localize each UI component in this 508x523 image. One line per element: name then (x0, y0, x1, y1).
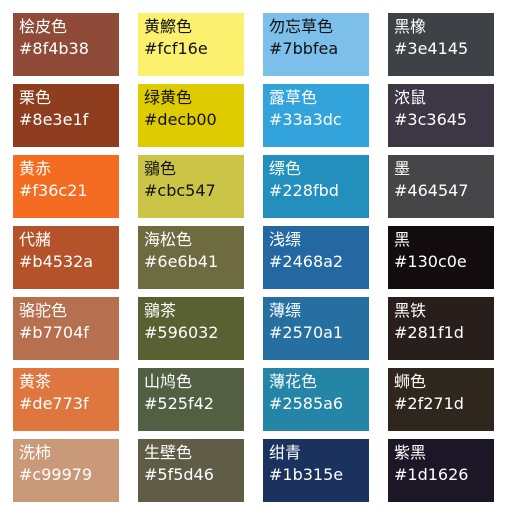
color-hex-code: #1d1626 (394, 465, 469, 484)
color-hex-code: #464547 (394, 181, 469, 200)
color-hex-code: #fcf16e (144, 39, 208, 58)
color-name: 黑橡 (394, 17, 427, 36)
color-hex-code: #b7704f (19, 323, 89, 342)
color-name: 勿忘草色 (269, 17, 334, 36)
color-hex-code: #2468a2 (269, 252, 344, 271)
color-swatch: 黄赤 #f36c21 (13, 155, 119, 218)
color-name: 缥色 (269, 159, 302, 178)
color-name: 薄花色 (269, 372, 318, 391)
color-swatch: 绀青 #1b315e (263, 439, 369, 502)
color-hex-code: #228fbd (269, 181, 339, 200)
color-name: 洗柿 (19, 443, 52, 462)
color-hex-code: #130c0e (394, 252, 467, 271)
color-hex-code: #1b315e (269, 465, 344, 484)
color-name: 黑铁 (394, 301, 427, 320)
color-swatch: 海松色 #6e6b41 (138, 226, 244, 289)
color-hex-code: #2f271d (394, 394, 464, 413)
color-swatch: 黄茶 #de773f (13, 368, 119, 431)
color-name: 黄茶 (19, 372, 52, 391)
color-name: 鶸色 (144, 159, 177, 178)
color-swatch: 鶸色 #cbc547 (138, 155, 244, 218)
color-hex-code: #b4532a (19, 252, 94, 271)
color-name: 墨 (394, 159, 411, 178)
color-hex-code: #5f5d46 (144, 465, 214, 484)
color-name: 骆驼色 (19, 301, 68, 320)
color-hex-code: #f36c21 (19, 181, 88, 200)
color-swatch: 蛳色 #2f271d (388, 368, 494, 431)
color-hex-code: #281f1d (394, 323, 464, 342)
color-hex-code: #2585a6 (269, 394, 344, 413)
color-hex-code: #3c3645 (394, 110, 468, 129)
color-swatch: 黄鰶色 #fcf16e (138, 13, 244, 76)
color-name: 黑 (394, 230, 411, 249)
color-name: 鶸茶 (144, 301, 177, 320)
color-swatch: 生壁色 #5f5d46 (138, 439, 244, 502)
color-name: 薄缥 (269, 301, 302, 320)
color-swatch: 绿黄色 #decb00 (138, 84, 244, 147)
color-hex-code: #33a3dc (269, 110, 342, 129)
color-swatch: 桧皮色 #8f4b38 (13, 13, 119, 76)
color-name: 黄鰶色 (144, 17, 193, 36)
color-swatch: 浅缥 #2468a2 (263, 226, 369, 289)
color-swatch: 代赭 #b4532a (13, 226, 119, 289)
color-swatch: 栗色 #8e3e1f (13, 84, 119, 147)
color-name: 栗色 (19, 88, 52, 107)
color-swatch: 勿忘草色 #7bbfea (263, 13, 369, 76)
color-name: 紫黑 (394, 443, 427, 462)
color-swatch: 薄花色 #2585a6 (263, 368, 369, 431)
color-swatch: 洗柿 #c99979 (13, 439, 119, 502)
color-swatch: 黑铁 #281f1d (388, 297, 494, 360)
color-name: 绿黄色 (144, 88, 193, 107)
color-swatch: 鶸茶 #596032 (138, 297, 244, 360)
color-name: 黄赤 (19, 159, 52, 178)
color-name: 露草色 (269, 88, 318, 107)
color-swatch: 山鸠色 #525f42 (138, 368, 244, 431)
color-swatch: 骆驼色 #b7704f (13, 297, 119, 360)
color-swatch: 露草色 #33a3dc (263, 84, 369, 147)
color-name: 蛳色 (394, 372, 427, 391)
color-swatch: 紫黑 #1d1626 (388, 439, 494, 502)
color-swatch-grid: 桧皮色 #8f4b38 黄鰶色 #fcf16e 勿忘草色 #7bbfea 黑橡 #3e4145… (13, 13, 494, 502)
color-swatch: 墨 #464547 (388, 155, 494, 218)
color-hex-code: #8e3e1f (19, 110, 89, 129)
color-name: 山鸠色 (144, 372, 193, 391)
color-hex-code: #2570a1 (269, 323, 344, 342)
color-name: 生壁色 (144, 443, 193, 462)
color-name: 浓鼠 (394, 88, 427, 107)
color-name: 浅缥 (269, 230, 302, 249)
color-swatch: 缥色 #228fbd (263, 155, 369, 218)
color-swatch: 黑橡 #3e4145 (388, 13, 494, 76)
color-hex-code: #596032 (144, 323, 219, 342)
color-hex-code: #de773f (19, 394, 89, 413)
color-swatch: 薄缥 #2570a1 (263, 297, 369, 360)
color-hex-code: #7bbfea (269, 39, 339, 58)
color-name: 桧皮色 (19, 17, 68, 36)
color-name: 海松色 (144, 230, 193, 249)
color-hex-code: #3e4145 (394, 39, 469, 58)
color-swatch: 黑 #130c0e (388, 226, 494, 289)
color-swatch: 浓鼠 #3c3645 (388, 84, 494, 147)
color-hex-code: #decb00 (144, 110, 217, 129)
color-hex-code: #cbc547 (144, 181, 216, 200)
color-hex-code: #525f42 (144, 394, 214, 413)
color-hex-code: #8f4b38 (19, 39, 89, 58)
color-hex-code: #c99979 (19, 465, 93, 484)
color-name: 代赭 (19, 230, 52, 249)
color-hex-code: #6e6b41 (144, 252, 219, 271)
color-name: 绀青 (269, 443, 302, 462)
